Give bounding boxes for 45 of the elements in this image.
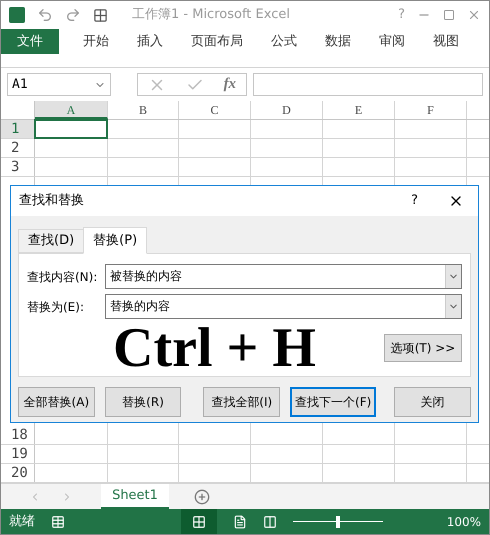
row-header[interactable]: 1 xyxy=(1,120,35,138)
field-label: 查找内容(N): xyxy=(27,268,98,286)
ribbon-tab[interactable]: 开始 xyxy=(69,29,123,54)
ribbon-tab[interactable]: 审阅 xyxy=(365,29,419,54)
dialog-button[interactable]: 替换(R) xyxy=(104,387,182,417)
column-header[interactable]: E xyxy=(323,101,395,119)
dialog-title: 查找和替换 xyxy=(19,192,84,210)
field-label: 替换为(E): xyxy=(27,298,85,316)
normal-view-icon[interactable] xyxy=(192,514,206,528)
function-button[interactable]: fx xyxy=(224,73,236,96)
options-button[interactable]: 选项(T) >> xyxy=(384,334,462,362)
ribbon-tab[interactable]: 公式 xyxy=(257,29,311,54)
window-title: 工作簿1 - Microsoft Excel xyxy=(132,6,290,24)
selected-cell[interactable] xyxy=(34,119,108,139)
ribbon-tab[interactable]: 页面布局 xyxy=(177,29,257,54)
dialog-button[interactable]: 查找全部(I) xyxy=(203,387,280,417)
combo-field[interactable]: 被替换的内容 xyxy=(105,264,462,289)
maximize-icon[interactable] xyxy=(443,9,455,21)
combo-field[interactable]: 替换的内容 xyxy=(105,294,462,319)
dialog-tab[interactable]: 替换(P) xyxy=(83,227,148,254)
zoom-slider[interactable] xyxy=(293,516,383,528)
status-text: 就绪 xyxy=(9,512,35,531)
grid-icon[interactable] xyxy=(93,8,108,22)
shortcut-caption: Ctrl + H xyxy=(113,324,316,372)
name-box[interactable]: A1 xyxy=(7,73,111,96)
page-break-icon[interactable] xyxy=(263,514,277,528)
dialog-button[interactable]: 查找下一个(F) xyxy=(290,387,376,417)
dialog-button[interactable]: 关闭 xyxy=(394,387,471,417)
ribbon-tab[interactable]: 数据 xyxy=(311,29,365,54)
column-header[interactable]: F xyxy=(395,101,467,119)
column-header[interactable]: C xyxy=(179,101,251,119)
ribbon-tab[interactable]: 插入 xyxy=(123,29,177,54)
add-sheet-icon[interactable] xyxy=(194,488,210,504)
sheet-tab[interactable]: Sheet1 xyxy=(101,484,169,509)
column-header[interactable]: D xyxy=(251,101,323,119)
zoom-level[interactable]: 100% xyxy=(446,512,481,530)
undo-icon[interactable] xyxy=(37,7,53,23)
page-layout-icon[interactable] xyxy=(233,514,247,528)
ribbon-tab[interactable]: 视图 xyxy=(419,29,473,54)
help-button[interactable]: ? xyxy=(411,191,418,211)
column-header[interactable]: A xyxy=(35,101,108,119)
formula-field[interactable] xyxy=(253,73,483,96)
column-header[interactable]: B xyxy=(108,101,179,119)
redo-icon[interactable] xyxy=(65,7,81,23)
dialog-button[interactable]: 全部替换(A) xyxy=(18,387,95,417)
